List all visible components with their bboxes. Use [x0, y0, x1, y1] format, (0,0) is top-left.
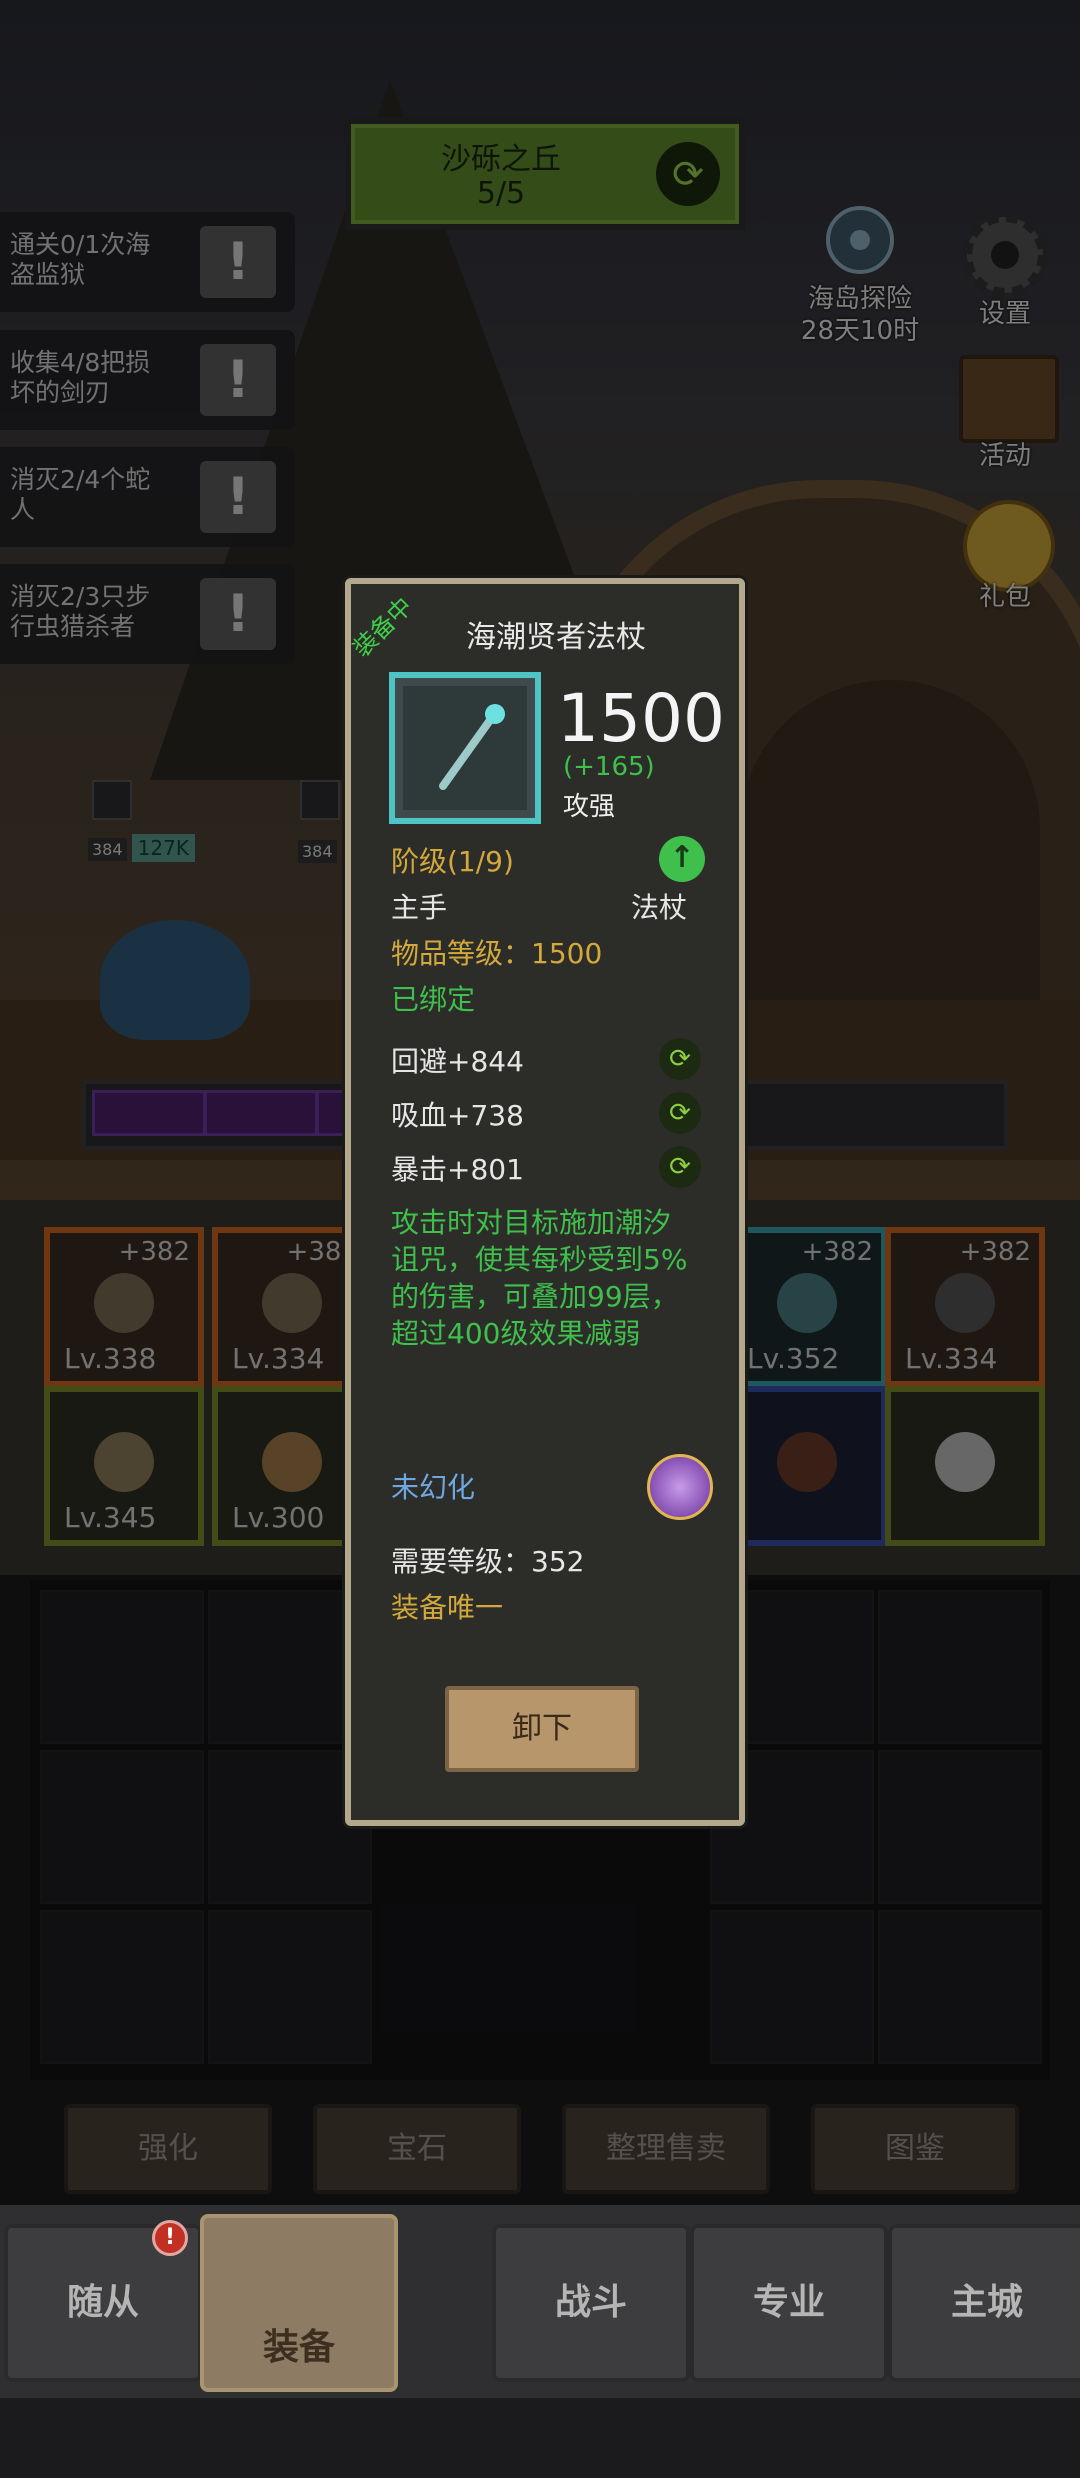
staff-icon	[439, 704, 505, 790]
notification-badge: !	[152, 2220, 188, 2256]
item-icon-frame	[389, 672, 541, 824]
reroll-icon[interactable]: ⟳	[659, 1038, 701, 1080]
stat-dodge: 回避+844	[391, 1045, 524, 1078]
unique-equip: 装备唯一	[391, 1591, 504, 1624]
nav-battle[interactable]: 战斗	[492, 2224, 690, 2382]
item-slot: 主手	[391, 891, 448, 924]
item-power-delta: (+165)	[563, 752, 655, 782]
item-power: 1500	[557, 680, 725, 757]
item-name: 海潮贤者法杖	[466, 620, 646, 655]
nav-equipment[interactable]: 装备	[200, 2214, 398, 2392]
stat-crit: 暴击+801	[391, 1153, 524, 1186]
upgrade-arrow-icon[interactable]: ↑	[659, 836, 705, 882]
item-level: 物品等级：1500	[391, 937, 603, 970]
reroll-icon[interactable]: ⟳	[659, 1146, 701, 1188]
illusion-status: 未幻化	[391, 1471, 476, 1504]
item-description: 攻击时对目标施加潮汐诅咒，使其每秒受到5%的伤害，可叠加99层，超过400级效果…	[391, 1206, 688, 1350]
item-bound: 已绑定	[391, 983, 476, 1016]
reroll-icon[interactable]: ⟳	[659, 1092, 701, 1134]
illusion-orb-icon[interactable]	[647, 1454, 713, 1520]
unequip-button[interactable]: 卸下	[445, 1686, 639, 1772]
item-type: 法杖	[631, 891, 688, 924]
nav-profession[interactable]: 专业	[690, 2224, 888, 2382]
item-tooltip: 装备中 海潮贤者法杖 1500 (+165) 攻强 阶级(1/9) ↑ 主手 法…	[345, 578, 745, 1826]
nav-main-city[interactable]: 主城	[888, 2224, 1080, 2382]
item-power-type: 攻强	[563, 792, 616, 822]
item-icon-background	[403, 686, 527, 810]
item-tier: 阶级(1/9)	[391, 845, 514, 878]
stat-lifesteal: 吸血+738	[391, 1099, 524, 1132]
required-level: 需要等级：352	[391, 1545, 585, 1578]
